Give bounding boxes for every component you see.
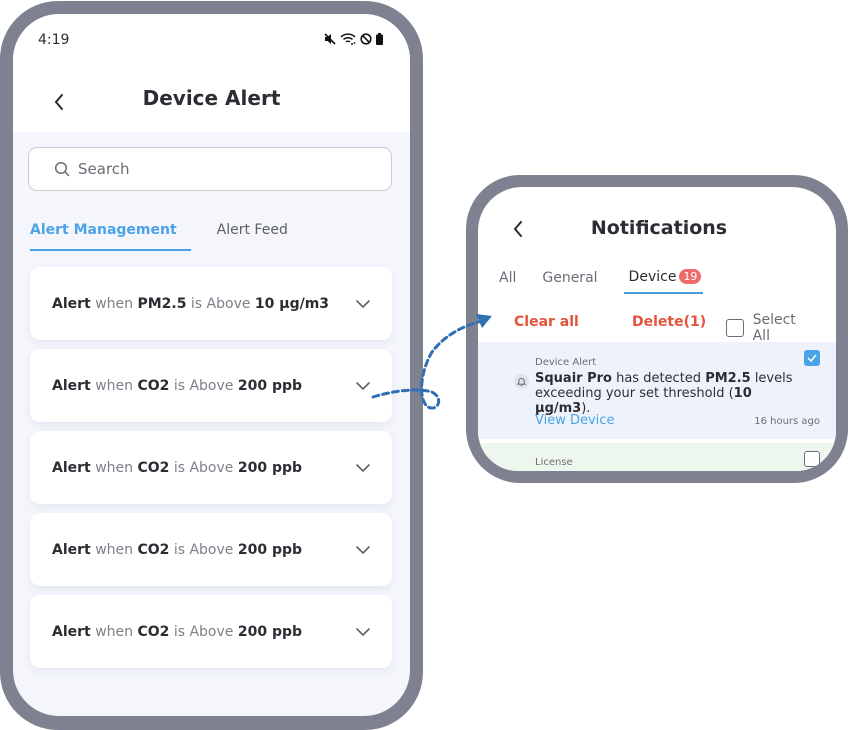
clear-all-button[interactable]: Clear all [514, 314, 579, 330]
notification-time: 16 hours ago [754, 416, 820, 427]
checkmark-icon [807, 354, 817, 362]
device-alert-screen: 4:19 Device Alert Search Alert Managemen… [13, 14, 410, 716]
notification-item[interactable]: License [478, 443, 836, 471]
view-device-link[interactable]: View Device [535, 413, 614, 428]
alert-list: Alert when PM2.5 is Above 10 µg/m3 Alert… [30, 267, 392, 677]
search-icon [54, 161, 70, 177]
notification-tabs: All General Device 19 [499, 269, 704, 294]
tab-device-label: Device [628, 269, 677, 285]
status-time: 4:19 [38, 32, 70, 48]
alert-rule-item[interactable]: Alert when PM2.5 is Above 10 µg/m3 [30, 267, 392, 340]
chevron-down-icon[interactable] [354, 377, 372, 395]
do-not-disturb-icon [360, 33, 372, 45]
status-icons [324, 33, 383, 45]
checkbox-icon [726, 319, 744, 337]
alert-rule-item[interactable]: Alert when CO2 is Above 200 ppb [30, 349, 392, 422]
tab-device[interactable]: Device 19 [623, 269, 704, 294]
mute-icon [324, 33, 336, 45]
select-all-label: Select All [752, 312, 796, 344]
page-title: Device Alert [142, 86, 281, 110]
search-input[interactable] [78, 160, 358, 178]
count-badge: 19 [679, 269, 702, 284]
bell-icon [514, 374, 529, 389]
chevron-down-icon[interactable] [354, 623, 372, 641]
alert-rule-text: Alert when PM2.5 is Above 10 µg/m3 [52, 295, 330, 312]
notification-item[interactable]: Device Alert Squair Pro has detected PM2… [478, 342, 836, 439]
notification-actions: Clear all Delete(1) Select All [514, 312, 816, 344]
page-title: Notifications [590, 217, 728, 239]
alert-rule-text: Alert when CO2 is Above 200 ppb [52, 459, 303, 476]
alert-tabs: Alert Management Alert Feed [30, 222, 314, 251]
delete-button[interactable]: Delete(1) [632, 314, 706, 330]
alert-rule-item[interactable]: Alert when CO2 is Above 200 ppb [30, 595, 392, 668]
tab-general[interactable]: General [542, 270, 597, 293]
notifications-screen: Notifications All General Device 19 Clear… [478, 187, 836, 471]
notifications-phone-frame: Notifications All General Device 19 Clear… [466, 175, 848, 483]
tab-alert-feed[interactable]: Alert Feed [217, 222, 288, 251]
alert-rule-text: Alert when CO2 is Above 200 ppb [52, 623, 303, 640]
alert-rule-item[interactable]: Alert when CO2 is Above 200 ppb [30, 513, 392, 586]
search-field[interactable] [28, 147, 392, 191]
alert-rule-text: Alert when CO2 is Above 200 ppb [52, 541, 303, 558]
notification-message: Squair Pro has detected PM2.5 levels exc… [535, 371, 793, 416]
notification-checkbox-checked[interactable] [804, 350, 820, 366]
notification-checkbox[interactable] [804, 451, 820, 467]
device-alert-phone-frame: 4:19 Device Alert Search Alert Managemen… [0, 1, 423, 730]
select-all-checkbox[interactable]: Select All [726, 312, 816, 344]
chevron-down-icon[interactable] [354, 295, 372, 313]
tab-all[interactable]: All [499, 270, 516, 293]
alert-rule-text: Alert when CO2 is Above 200 ppb [52, 377, 303, 394]
notification-category: License [535, 457, 573, 468]
chevron-down-icon[interactable] [354, 541, 372, 559]
chevron-down-icon[interactable] [354, 459, 372, 477]
battery-icon [376, 33, 383, 45]
wifi-icon [340, 33, 356, 45]
header: 4:19 Device Alert [13, 14, 410, 132]
notification-category: Device Alert [535, 357, 597, 368]
alert-rule-item[interactable]: Alert when CO2 is Above 200 ppb [30, 431, 392, 504]
tab-alert-management[interactable]: Alert Management [30, 222, 191, 251]
